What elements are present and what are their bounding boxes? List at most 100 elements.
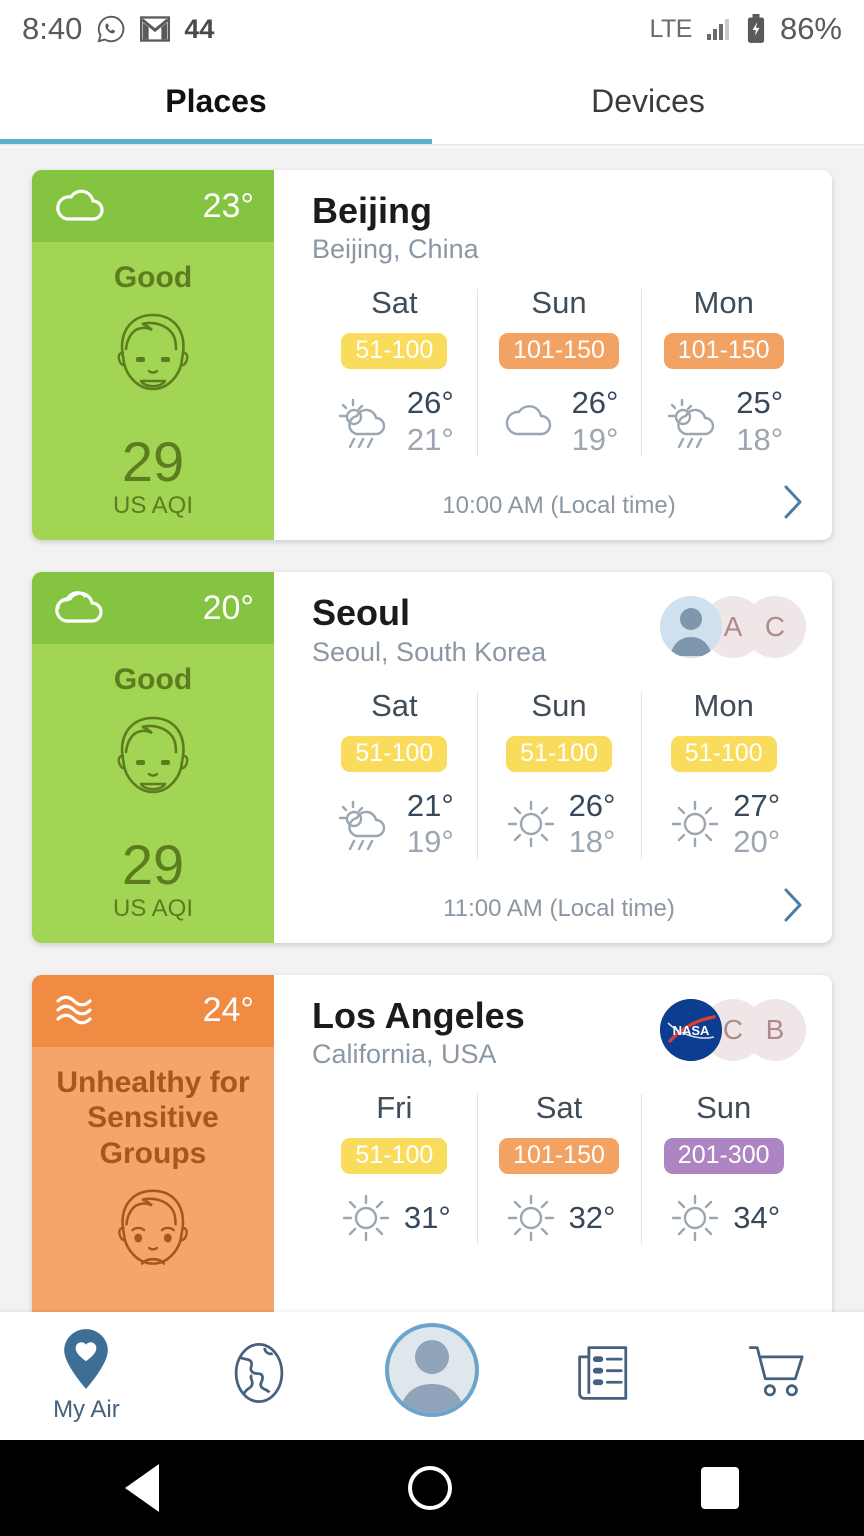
day-name: Mon <box>693 285 754 321</box>
chevron-right-icon[interactable] <box>782 484 804 525</box>
profile-avatar-icon[interactable] <box>384 1323 479 1417</box>
aqi-range-badge: 51-100 <box>341 1138 448 1175</box>
day-name: Sun <box>531 285 587 321</box>
battery-charging-icon <box>746 14 766 44</box>
notification-count: 44 <box>184 13 215 44</box>
news-list-icon <box>577 1343 633 1403</box>
aqi-panel-body: Good 29 US AQI <box>32 242 274 540</box>
recents-square-icon[interactable] <box>701 1467 740 1509</box>
aqi-range-badge: 101-150 <box>499 333 619 370</box>
temp-high: 21° <box>406 787 454 823</box>
temps: 26° 18° <box>569 788 616 861</box>
sun-icon <box>503 796 559 852</box>
nav-item-profile[interactable] <box>346 1323 519 1423</box>
avatar-group[interactable]: C A <box>660 596 806 659</box>
chevron-right-icon[interactable] <box>782 887 804 928</box>
temp-high: 34° <box>733 1199 781 1235</box>
tab-devices[interactable]: Devices <box>432 58 864 144</box>
nav-item-globe[interactable] <box>173 1341 346 1411</box>
place-card[interactable]: 24° Unhealthy for Sensitive Groups Los A… <box>32 974 832 1312</box>
aqi-panel: 20° Good 29 US AQI <box>32 572 274 943</box>
avatar-badge[interactable]: C <box>744 596 806 659</box>
city-region: Seoul, South Korea <box>312 636 547 667</box>
aqi-temp: 24° <box>202 991 254 1030</box>
city-row: Los Angeles California, USA B C NASA <box>312 995 806 1070</box>
forecast-day[interactable]: Sat 51-100 21° 19° <box>312 688 477 869</box>
aqi-temp: 23° <box>202 186 254 225</box>
aqi-value: 29 <box>121 832 185 896</box>
battery-percent: 86% <box>779 11 842 46</box>
city-block: Seoul Seoul, South Korea <box>312 592 546 667</box>
weather-row: 27° 20° <box>667 788 780 861</box>
gmail-icon <box>140 16 171 42</box>
avatar-group[interactable]: B C NASA <box>660 998 806 1061</box>
aqi-panel-body: Unhealthy for Sensitive Groups <box>32 1047 274 1312</box>
nav-item-my-air[interactable]: My Air <box>0 1328 173 1424</box>
sun-cloud-rain-icon <box>335 796 397 852</box>
svg-text:NASA: NASA <box>673 1023 710 1038</box>
aqi-range-badge: 51-100 <box>341 333 448 370</box>
nav-item-cart[interactable] <box>691 1344 864 1408</box>
aqi-panel-header: 23° <box>32 170 274 242</box>
card-footer: 10:00 AM (Local time) <box>312 482 806 540</box>
forecast-day[interactable]: Sun 101-150 26° 19° <box>476 285 642 466</box>
nasa-logo-icon[interactable]: NASA <box>660 998 722 1061</box>
aqi-range-badge: 51-100 <box>506 735 612 772</box>
nav-item-news[interactable] <box>518 1343 691 1409</box>
forecast-day[interactable]: Sat 101-150 32° <box>476 1090 642 1254</box>
temps: 26° 21° <box>407 385 454 458</box>
city-name: Los Angeles <box>312 994 525 1036</box>
city-block: Beijing Beijing, China <box>312 190 479 265</box>
forecast-day[interactable]: Sat 51-100 26° 21° <box>312 285 477 466</box>
temps: 34° <box>733 1200 780 1237</box>
tab-bar: Places Devices <box>0 58 864 144</box>
day-name: Mon <box>693 687 754 723</box>
globe-icon <box>230 1341 288 1405</box>
home-circle-icon[interactable] <box>407 1466 452 1510</box>
forecast-day[interactable]: Mon 101-150 25° 18° <box>641 285 806 466</box>
temp-low: 19° <box>406 824 454 860</box>
temps: 27° 20° <box>733 788 780 861</box>
temp-high: 26° <box>571 385 619 421</box>
tab-places[interactable]: Places <box>0 58 432 144</box>
temp-low: 20° <box>733 824 781 860</box>
back-triangle-icon[interactable] <box>124 1464 159 1512</box>
forecast-row: Sat 51-100 26° 21° Sun 101-150 26° 19° M… <box>312 285 806 466</box>
forecast-day[interactable]: Sun 51-100 26° 18° <box>476 688 642 869</box>
android-nav-bar <box>0 1440 864 1536</box>
local-time: 11:00 AM (Local time) <box>443 894 675 922</box>
place-info: Beijing Beijing, China Sat 51-100 26° 21… <box>274 170 832 540</box>
weather-row: 31° <box>338 1190 451 1246</box>
local-time: 10:00 AM (Local time) <box>442 492 676 520</box>
aqi-range-badge: 201-300 <box>663 1138 784 1175</box>
city-row: Seoul Seoul, South Korea C A <box>312 592 806 667</box>
place-card[interactable]: 20° Good 29 US AQI Seoul Seoul, South Ko… <box>32 572 832 943</box>
temp-low: 18° <box>568 824 616 860</box>
city-name: Seoul <box>312 592 411 634</box>
city-region: California, USA <box>312 1039 497 1070</box>
card-footer: 11:00 AM (Local time) <box>312 885 806 943</box>
day-name: Sun <box>696 1090 752 1126</box>
sun-icon <box>503 1190 559 1246</box>
avatar-badge[interactable]: B <box>744 998 806 1061</box>
sun-icon <box>667 1190 723 1246</box>
temp-high: 27° <box>733 787 781 823</box>
place-card[interactable]: 23° Good 29 US AQI Beijing Beijing, Chin… <box>32 170 832 541</box>
aqi-panel-header: 20° <box>32 572 274 645</box>
weather-row: 25° 18° <box>664 385 783 458</box>
places-list[interactable]: 23° Good 29 US AQI Beijing Beijing, Chin… <box>0 148 864 1312</box>
city-row: Beijing Beijing, China <box>312 190 806 265</box>
temp-high: 26° <box>568 787 616 823</box>
signal-icon <box>706 17 732 41</box>
weather-row: 32° <box>503 1190 616 1246</box>
temps: 32° <box>569 1200 616 1237</box>
forecast-day[interactable]: Fri 51-100 31° <box>312 1090 477 1254</box>
forecast-row: Fri 51-100 31° Sat 101-150 32° Sun 201-3… <box>312 1090 806 1254</box>
avatar[interactable] <box>660 596 722 659</box>
forecast-day[interactable]: Mon 51-100 27° 20° <box>641 688 806 869</box>
city-region: Beijing, China <box>312 234 479 265</box>
sun-cloud-rain-icon <box>664 394 726 450</box>
weather-row: 21° 19° <box>335 788 454 861</box>
forecast-day[interactable]: Sun 201-300 34° <box>641 1090 806 1254</box>
whatsapp-icon <box>96 14 126 44</box>
